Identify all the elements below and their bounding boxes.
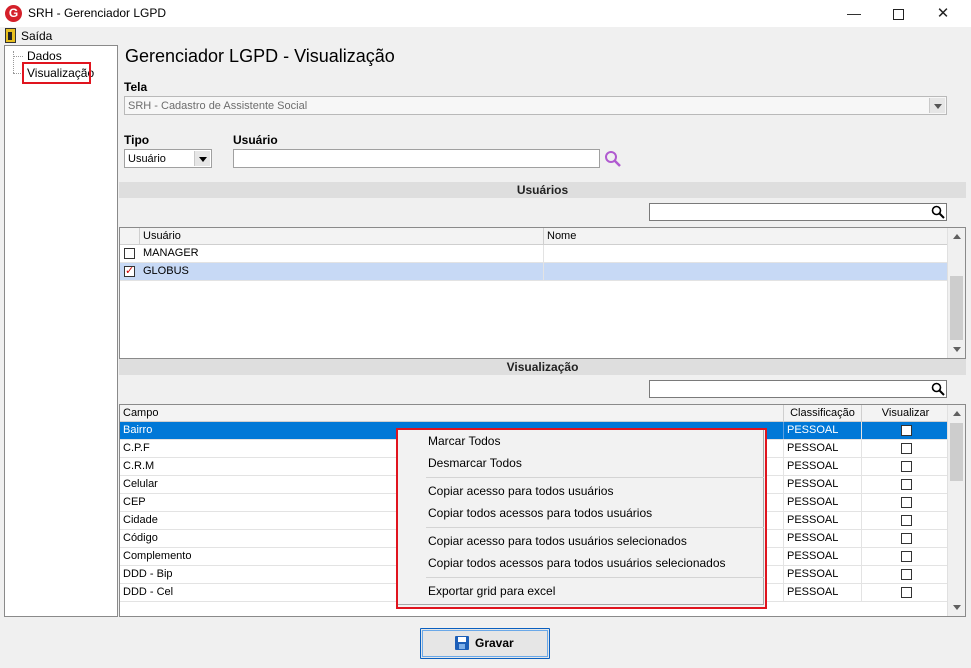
scroll-thumb[interactable] — [950, 276, 963, 340]
menu-item-marcar-todos[interactable]: Marcar Todos — [428, 434, 500, 448]
minimize-button[interactable]: — — [831, 0, 877, 27]
title-bar: G SRH - Gerenciador LGPD — ✕ — [0, 0, 971, 27]
tela-select[interactable]: SRH - Cadastro de Assistente Social — [124, 96, 947, 115]
row-checkbox[interactable] — [124, 248, 135, 259]
menu-separator — [426, 477, 764, 478]
visualizar-checkbox[interactable] — [901, 443, 912, 454]
usuario-label: Usuário — [233, 133, 278, 147]
scroll-down-icon[interactable] — [948, 341, 965, 358]
tree-connector — [13, 51, 14, 73]
visualizar-checkbox[interactable] — [901, 425, 912, 436]
menu-item-desmarcar-todos[interactable]: Desmarcar Todos — [428, 456, 522, 470]
search-icon[interactable] — [604, 150, 622, 168]
grid-header-check — [120, 228, 140, 245]
grid-header-nome[interactable]: Nome — [544, 228, 950, 245]
visualizacao-scrollbar[interactable] — [947, 405, 965, 616]
scroll-up-icon[interactable] — [948, 228, 965, 245]
usuarios-grid: Usuário Nome MANAGER GLOBUS — [119, 227, 966, 359]
cell-classificacao: PESSOAL — [784, 440, 862, 457]
window-title: SRH - Gerenciador LGPD — [28, 6, 167, 20]
menu-separator — [426, 577, 764, 578]
maximize-button[interactable] — [875, 0, 921, 27]
visualizar-checkbox[interactable] — [901, 515, 912, 526]
cell-usuario: MANAGER — [140, 245, 544, 262]
menu-item-copiar-acesso-todos[interactable]: Copiar acesso para todos usuários — [428, 484, 613, 498]
usuarios-section-header: Usuários — [119, 182, 966, 198]
tela-select-value: SRH - Cadastro de Assistente Social — [128, 100, 308, 112]
cell-classificacao: PESSOAL — [784, 548, 862, 565]
search-icon[interactable] — [931, 205, 945, 219]
cell-classificacao: PESSOAL — [784, 584, 862, 601]
search-icon[interactable] — [931, 382, 945, 396]
scroll-down-icon[interactable] — [948, 599, 965, 616]
page-title: Gerenciador LGPD - Visualização — [125, 46, 395, 66]
chevron-down-icon[interactable] — [194, 151, 210, 166]
visualizar-checkbox[interactable] — [901, 551, 912, 562]
grid-header-usuario[interactable]: Usuário — [140, 228, 544, 245]
cell-nome — [544, 245, 950, 262]
cell-usuario: GLOBUS — [140, 263, 544, 280]
menu-exit[interactable]: Saída — [21, 29, 52, 43]
cell-classificacao: PESSOAL — [784, 494, 862, 511]
save-button-label: Gravar — [475, 636, 514, 650]
floppy-disk-icon — [455, 636, 469, 650]
grid-header-classificacao[interactable]: Classificação — [784, 405, 862, 422]
exit-door-icon[interactable] — [5, 28, 16, 43]
cell-classificacao: PESSOAL — [784, 566, 862, 583]
visualizar-checkbox[interactable] — [901, 569, 912, 580]
visualizar-checkbox[interactable] — [901, 497, 912, 508]
menu-item-copiar-acesso-selecionados[interactable]: Copiar acesso para todos usuários seleci… — [428, 534, 687, 548]
navigation-tree — [4, 45, 118, 617]
menu-item-copiar-todos-acessos-selecionados[interactable]: Copiar todos acessos para todos usuários… — [428, 556, 726, 570]
table-row[interactable]: GLOBUS — [120, 263, 950, 281]
cell-classificacao: PESSOAL — [784, 530, 862, 547]
menu-item-exportar-excel[interactable]: Exportar grid para excel — [428, 584, 555, 598]
chevron-down-icon[interactable] — [929, 98, 945, 113]
visualizacao-section-header: Visualização — [119, 359, 966, 375]
cell-classificacao: PESSOAL — [784, 422, 862, 439]
visualizar-checkbox[interactable] — [901, 461, 912, 472]
maximize-icon — [892, 8, 904, 20]
grid-header-campo[interactable]: Campo — [120, 405, 784, 422]
menu-bar: Saída — [0, 27, 971, 45]
cell-classificacao: PESSOAL — [784, 458, 862, 475]
scroll-up-icon[interactable] — [948, 405, 965, 422]
visualizar-checkbox[interactable] — [901, 479, 912, 490]
grid-header-visualizar[interactable]: Visualizar — [862, 405, 950, 422]
menu-separator — [426, 527, 764, 528]
usuarios-search-input[interactable] — [649, 203, 947, 221]
usuario-input[interactable] — [233, 149, 600, 168]
cell-classificacao: PESSOAL — [784, 476, 862, 493]
visualizacao-search-input[interactable] — [649, 380, 947, 398]
table-row[interactable]: MANAGER — [120, 245, 950, 263]
tipo-select-value: Usuário — [128, 153, 166, 165]
row-checkbox[interactable] — [124, 264, 135, 277]
close-button[interactable]: ✕ — [920, 0, 966, 27]
cell-classificacao: PESSOAL — [784, 512, 862, 529]
cell-nome — [544, 263, 950, 280]
menu-item-copiar-todos-acessos-todos[interactable]: Copiar todos acessos para todos usuários — [428, 506, 652, 520]
tipo-label: Tipo — [124, 133, 150, 147]
highlight-box — [22, 62, 91, 84]
usuarios-scrollbar[interactable] — [947, 228, 965, 358]
tipo-select[interactable]: Usuário — [124, 149, 212, 168]
scroll-thumb[interactable] — [950, 423, 963, 481]
visualizar-checkbox[interactable] — [901, 533, 912, 544]
visualizar-checkbox[interactable] — [901, 587, 912, 598]
app-logo-icon: G — [5, 5, 22, 22]
tree-connector — [13, 56, 23, 57]
tree-item-dados[interactable]: Dados — [27, 49, 62, 63]
tela-label: Tela — [124, 80, 148, 94]
